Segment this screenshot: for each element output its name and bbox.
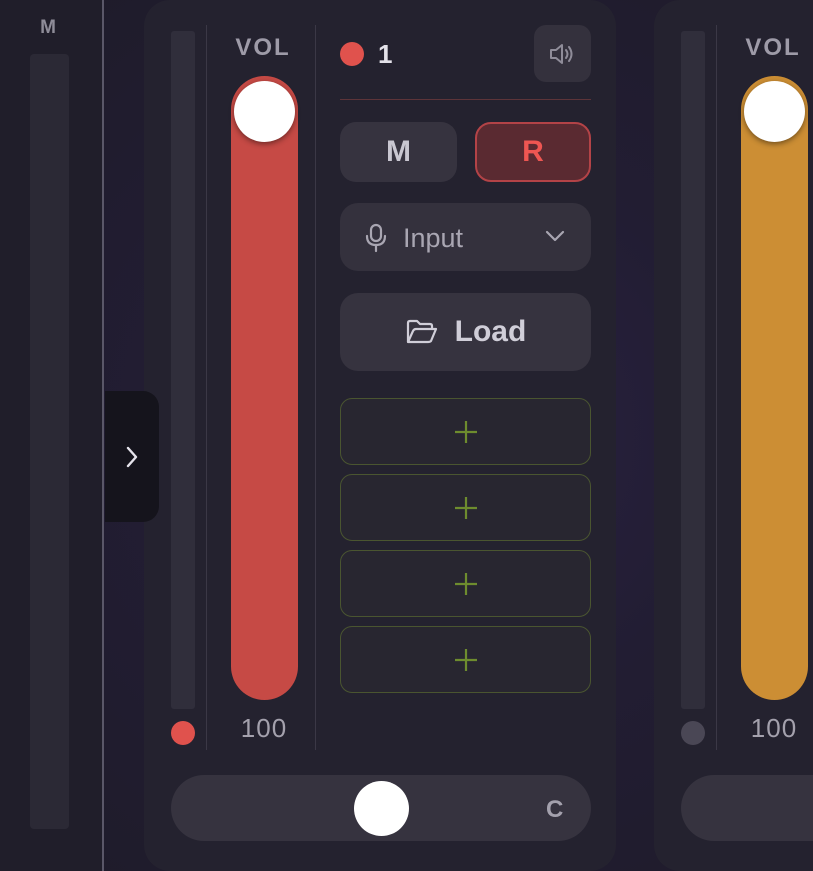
channel-1-volume-fader[interactable] bbox=[231, 76, 298, 700]
channel-2-vol-label: VOL bbox=[745, 34, 801, 61]
chevron-down-icon bbox=[545, 230, 565, 242]
channel-1-separator-left bbox=[206, 25, 207, 750]
microphone-icon bbox=[365, 223, 387, 253]
folder-open-icon bbox=[406, 319, 437, 344]
channel-1-load-button[interactable]: Load bbox=[340, 293, 591, 371]
channel-1-add-slot-1[interactable] bbox=[340, 398, 591, 465]
master-label: M bbox=[40, 17, 56, 38]
channel-1-input-select[interactable]: Input bbox=[340, 203, 591, 271]
channel-1-input-label: Input bbox=[403, 223, 464, 253]
channel-1-level-meter bbox=[171, 31, 195, 709]
channel-1-record-indicator bbox=[171, 721, 195, 745]
panel-divider[interactable] bbox=[102, 0, 104, 871]
channel-2-separator-left bbox=[716, 25, 717, 750]
plus-icon bbox=[454, 420, 477, 443]
channel-1-add-slot-2[interactable] bbox=[340, 474, 591, 541]
speaker-icon bbox=[549, 43, 572, 64]
channel-1-color-dot bbox=[340, 42, 364, 66]
channel-1-pan-knob[interactable] bbox=[354, 781, 409, 836]
channel-2-volume-value: 100 bbox=[750, 713, 798, 743]
channel-1-volume-value: 100 bbox=[240, 713, 288, 743]
channel-1-vol-label: VOL bbox=[235, 34, 291, 61]
channel-1-add-slot-3[interactable] bbox=[340, 550, 591, 617]
channel-1-pan-label: C bbox=[546, 796, 564, 823]
plus-icon bbox=[454, 648, 477, 671]
channel-2-pan-slider[interactable] bbox=[681, 775, 813, 841]
channel-1-number: 1 bbox=[378, 39, 393, 69]
master-level-meter bbox=[30, 54, 69, 829]
channel-1-load-label: Load bbox=[454, 315, 527, 348]
channel-1-separator-right bbox=[315, 25, 316, 750]
chevron-right-icon bbox=[126, 446, 138, 467]
channel-2-level-meter bbox=[681, 31, 705, 709]
plus-icon bbox=[454, 496, 477, 519]
channel-2-record-indicator bbox=[681, 721, 705, 745]
channel-1-speaker-button[interactable] bbox=[534, 25, 591, 82]
expand-panel-button[interactable] bbox=[105, 391, 159, 522]
mixer-view: M VOL 100 1 M R Input Load C VOL 100 bbox=[0, 0, 813, 871]
channel-1-record-button[interactable]: R bbox=[475, 122, 591, 182]
plus-icon bbox=[454, 572, 477, 595]
channel-1-add-slot-4[interactable] bbox=[340, 626, 591, 693]
channel-2-volume-fader-knob[interactable] bbox=[744, 81, 805, 142]
channel-2-volume-fader[interactable] bbox=[741, 76, 808, 700]
master-strip: M bbox=[0, 0, 103, 871]
channel-1-volume-fader-knob[interactable] bbox=[234, 81, 295, 142]
channel-1-mute-button[interactable]: M bbox=[340, 122, 457, 182]
channel-1-header-divider bbox=[340, 99, 591, 100]
